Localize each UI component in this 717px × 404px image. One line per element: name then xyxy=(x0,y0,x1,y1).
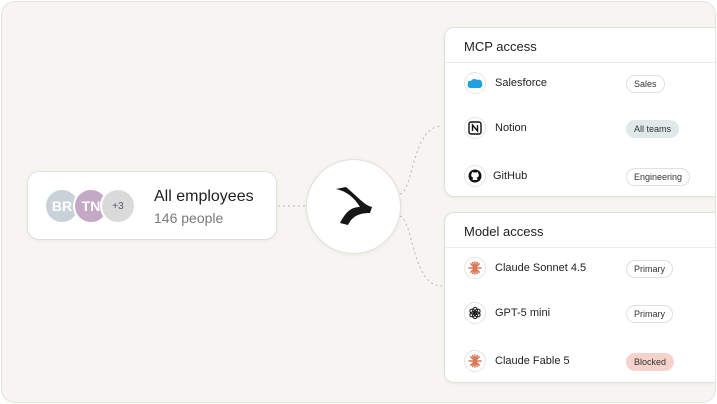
integration-name: Notion xyxy=(495,122,527,134)
model-access-panel: Model access Claude Sonnet 4.5 Primary G… xyxy=(444,212,715,383)
avatar-overflow-count: +3 xyxy=(100,188,136,224)
notion-icon xyxy=(464,117,486,139)
group-card-all-employees[interactable]: BR TN +3 All employees 146 people xyxy=(27,171,277,240)
claude-icon xyxy=(464,257,486,279)
team-badge: Sales xyxy=(626,75,665,93)
integration-name: GitHub xyxy=(493,170,528,182)
connector-logo-to-mcp xyxy=(399,125,443,195)
group-member-count: 146 people xyxy=(154,210,224,226)
model-name: GPT-5 mini xyxy=(495,307,551,319)
list-item-claude-fable[interactable]: Claude Fable 5 Blocked xyxy=(445,348,715,376)
salesforce-icon xyxy=(464,72,486,94)
mcp-access-title: MCP access xyxy=(445,28,715,63)
brand-logo xyxy=(306,159,401,254)
model-name: Claude Sonnet 4.5 xyxy=(495,262,587,274)
list-item-gpt-5-mini[interactable]: GPT-5 mini Primary xyxy=(445,300,715,328)
connector-logo-to-models xyxy=(399,215,443,287)
github-icon xyxy=(464,165,486,187)
model-access-title: Model access xyxy=(445,213,715,248)
brand-logo-icon xyxy=(335,186,372,225)
list-item-salesforce[interactable]: Salesforce Sales xyxy=(445,70,715,98)
model-status-badge: Primary xyxy=(626,260,673,278)
group-title: All employees xyxy=(154,188,254,205)
list-item-notion[interactable]: Notion All teams xyxy=(445,115,715,143)
team-badge: Engineering xyxy=(626,168,691,186)
canvas: BR TN +3 All employees 146 people MCP ac… xyxy=(1,1,716,403)
integration-name: Salesforce xyxy=(495,77,547,89)
model-status-badge: Primary xyxy=(626,305,673,323)
claude-icon xyxy=(464,350,486,372)
list-item-github[interactable]: GitHub Engineering xyxy=(445,163,715,191)
list-item-claude-sonnet[interactable]: Claude Sonnet 4.5 Primary xyxy=(445,255,715,283)
model-name: Claude Fable 5 xyxy=(495,355,570,367)
mcp-access-panel: MCP access Salesforce Sales Notion All t… xyxy=(444,27,715,197)
model-status-badge: Blocked xyxy=(626,353,675,371)
team-badge: All teams xyxy=(626,120,680,138)
openai-icon xyxy=(464,302,486,324)
